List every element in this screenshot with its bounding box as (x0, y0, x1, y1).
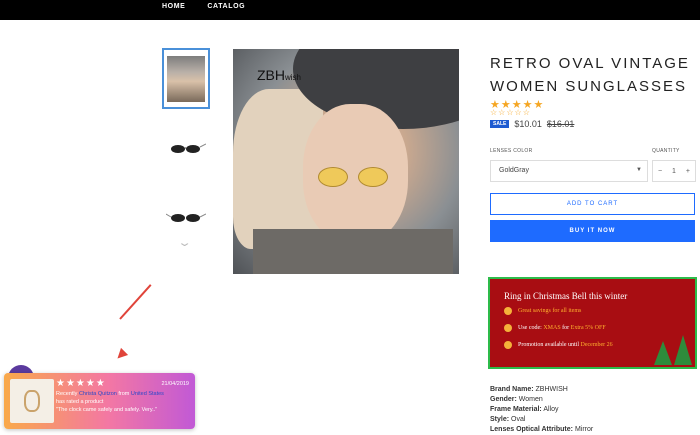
lenses-color-label: LENSES COLOR (490, 148, 533, 154)
nav-catalog-link[interactable]: CATALOG (207, 3, 245, 10)
review-message: Recently Christa Quitzon from United Sta… (56, 391, 164, 405)
lenses-color-value: GoldGray (499, 167, 529, 174)
main-nav: HOME CATALOG (162, 3, 245, 10)
spec-row: Brand Name: ZBHWISH (490, 386, 568, 393)
watch-icon (24, 390, 40, 412)
image-right-lens (358, 167, 388, 187)
caret-down-icon: ▼ (636, 167, 642, 173)
product-title: RETRO OVAL VINTAGE WOMEN SUNGLASSES (490, 55, 690, 95)
alarm-clock-icon (504, 341, 512, 349)
add-to-cart-button[interactable]: ADD TO CART (490, 193, 695, 215)
image-brand-watermark: ZBHwish (257, 67, 302, 83)
image-left-lens (318, 167, 348, 187)
main-product-image: ZBHwish (233, 49, 459, 274)
top-navigation-bar: HOME CATALOG (0, 0, 700, 20)
product-specs: Brand Name: ZBHWISH Gender: Women Frame … (490, 385, 593, 435)
party-popper-icon (504, 307, 512, 315)
sunglasses-icon (171, 143, 206, 153)
christmas-promo-banner[interactable]: Ring in Christmas Bell this winter Great… (488, 277, 697, 369)
spec-row: Style: Oval (490, 416, 526, 423)
christmas-tree-icon (674, 335, 692, 365)
gift-icon (504, 324, 512, 332)
buy-it-now-button[interactable]: BUY IT NOW (490, 220, 695, 242)
nav-home-link[interactable]: HOME (162, 3, 185, 10)
christmas-tree-icon (654, 341, 672, 365)
thumbnail-model-image (167, 55, 205, 102)
spec-row: Lenses Optical Attribute: Mirror (490, 426, 594, 433)
image-coat (253, 229, 453, 274)
review-quote: "The clock came safely and safely. Very.… (56, 407, 158, 413)
promo-line-savings: Great savings for all items (504, 307, 681, 315)
thumbnail-sunglasses-1[interactable] (162, 117, 210, 178)
thumbnail-scroll-down-icon[interactable]: ⌄ (177, 236, 192, 249)
quantity-increase-button[interactable]: + (686, 168, 690, 175)
review-date: 21/04/2019 (161, 381, 189, 387)
price-row: SALE $10.01 $16.01 (490, 119, 574, 129)
quantity-value[interactable]: 1 (672, 168, 676, 175)
annotation-arrow (119, 284, 152, 320)
promo-title: Ring in Christmas Bell this winter (504, 291, 628, 301)
quantity-stepper[interactable]: − 1 + (652, 160, 696, 182)
quantity-decrease-button[interactable]: − (658, 168, 662, 175)
sunglasses-icon (166, 213, 206, 222)
reviewed-product-thumbnail (10, 379, 54, 423)
sale-badge: SALE (490, 120, 510, 128)
promo-line-code: Use code: XMAS for Extra 5% OFF (504, 324, 681, 332)
annotation-arrow-head (113, 347, 129, 363)
spec-row: Frame Material: Alloy (490, 406, 559, 413)
quantity-label: QUANTITY (652, 148, 680, 154)
lenses-color-select[interactable]: GoldGray ▼ (490, 160, 648, 182)
current-price: $10.01 (514, 119, 542, 129)
product-rating-outline-stars: ☆☆☆☆☆ (490, 108, 531, 117)
review-notification-popup[interactable]: ★★★★★ 21/04/2019 Recently Christa Quitzo… (4, 373, 195, 429)
thumbnail-list (162, 48, 211, 255)
spec-row: Gender: Women (490, 396, 543, 403)
original-price: $16.01 (546, 119, 575, 129)
thumbnail-model[interactable] (162, 48, 210, 109)
